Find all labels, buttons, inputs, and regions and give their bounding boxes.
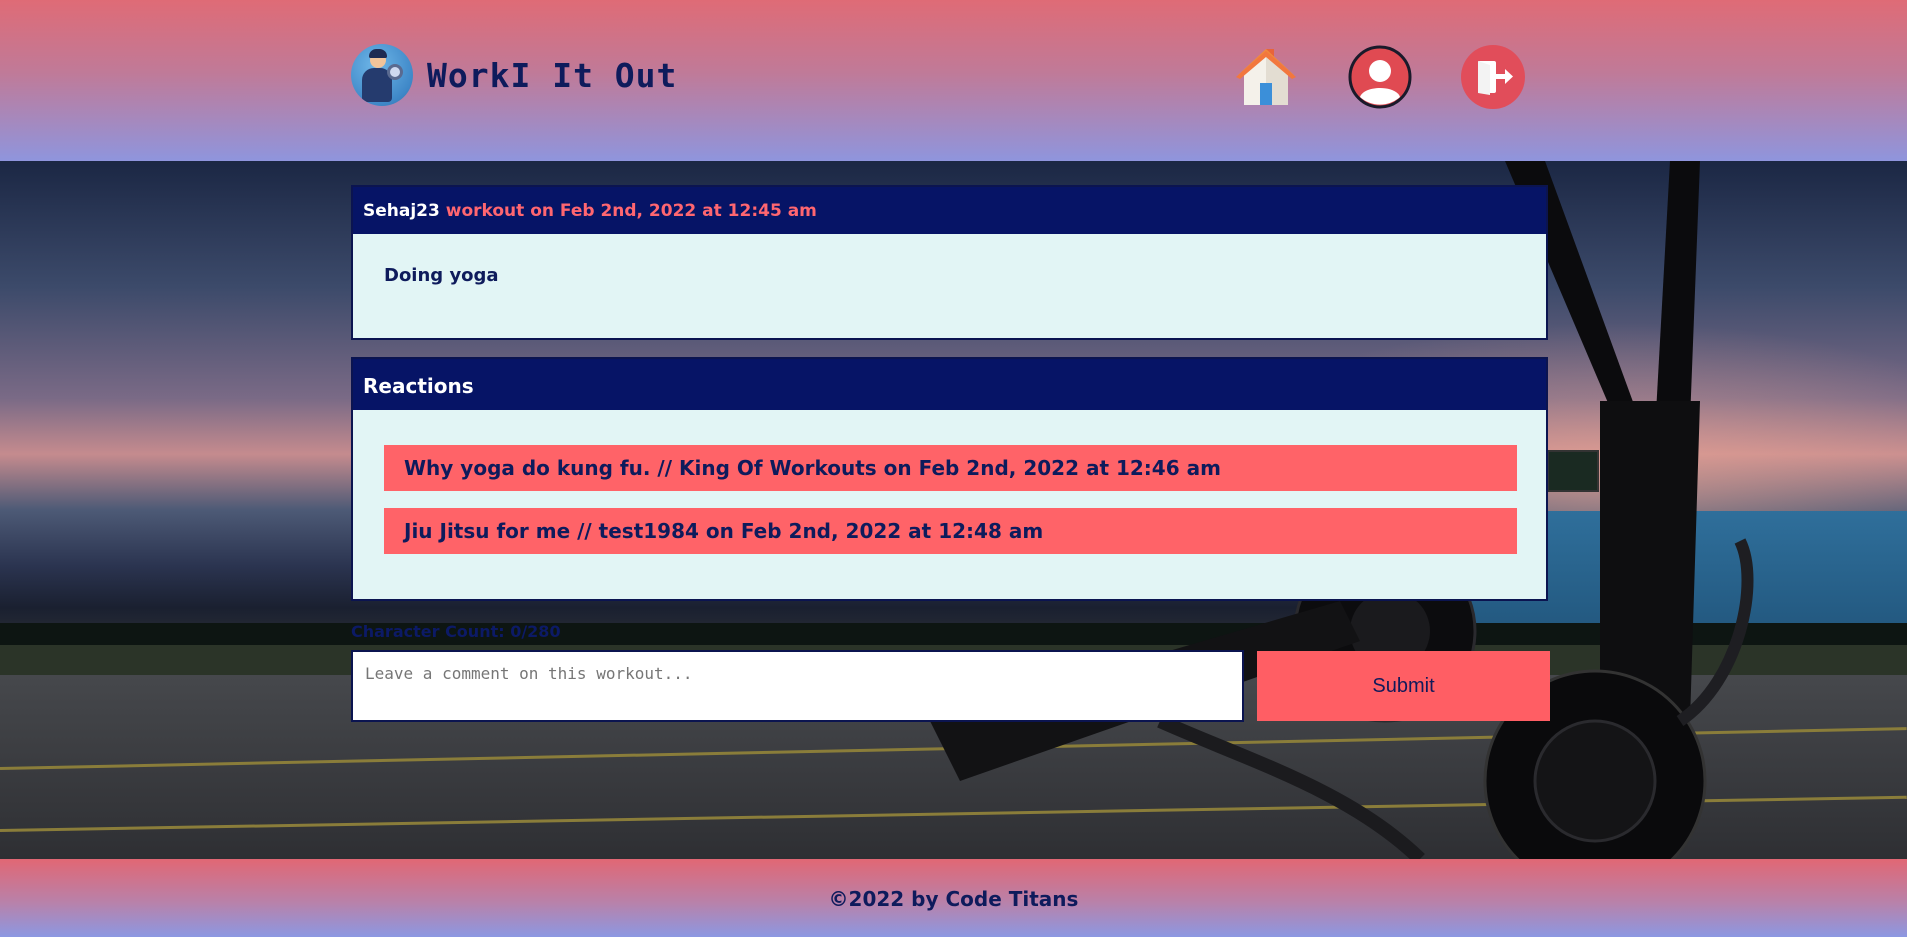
post-body: Doing yoga (384, 265, 499, 286)
workout-post-card: Sehaj23 workout on Feb 2nd, 2022 at 12:4… (351, 185, 1548, 340)
submit-button[interactable]: Submit (1257, 651, 1550, 721)
footer-copyright: ©2022 by Code Titans (828, 887, 1079, 911)
brand-name: WorkI It Out (427, 55, 678, 95)
brand[interactable]: WorkI It Out (351, 44, 677, 106)
post-username[interactable]: Sehaj23 (363, 201, 440, 221)
post-meta: workout on Feb 2nd, 2022 at 12:45 am (445, 201, 817, 221)
post-header: Sehaj23 workout on Feb 2nd, 2022 at 12:4… (353, 187, 1546, 234)
site-header: WorkI It Out (0, 0, 1907, 161)
reactions-title: Reactions (353, 359, 1546, 410)
home-icon[interactable] (1234, 45, 1298, 109)
comment-input[interactable] (351, 650, 1244, 722)
reaction-item: Jiu Jitsu for me // test1984 on Feb 2nd,… (384, 508, 1517, 554)
logout-icon[interactable] (1461, 45, 1525, 109)
logo-icon (351, 44, 413, 106)
reaction-item: Why yoga do kung fu. // King Of Workouts… (384, 445, 1517, 491)
reactions-card: Reactions Why yoga do kung fu. // King O… (351, 357, 1548, 601)
site-footer: ©2022 by Code Titans (0, 859, 1907, 937)
character-count: Character Count: 0/280 (351, 622, 561, 641)
profile-icon[interactable] (1348, 45, 1412, 109)
